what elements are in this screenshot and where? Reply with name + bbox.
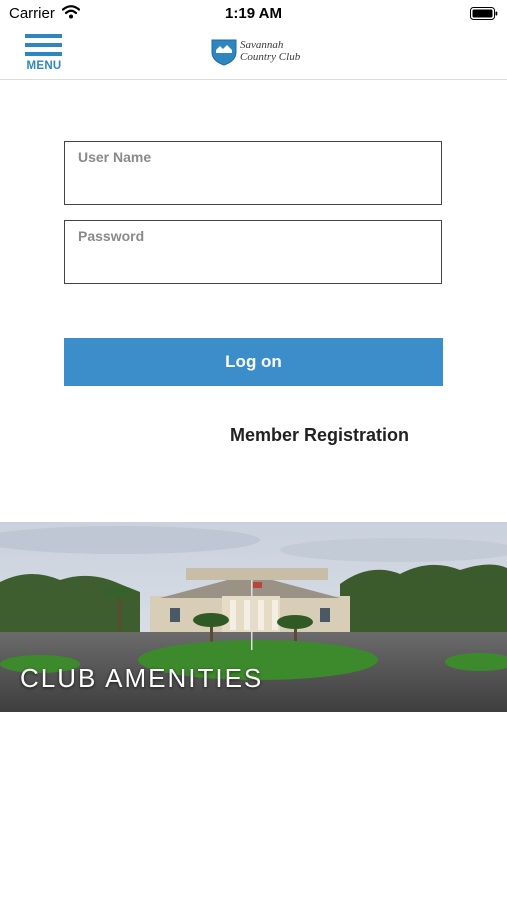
username-field[interactable]: User Name [64, 141, 442, 205]
club-amenities-banner[interactable]: CLUB AMENITIES [0, 522, 507, 712]
password-input[interactable] [77, 251, 431, 275]
username-input[interactable] [77, 172, 431, 196]
club-logo: Savannah Country Club [211, 38, 311, 68]
status-bar: Carrier 1:19 AM [0, 0, 507, 28]
hamburger-icon [25, 34, 62, 38]
club-amenities-title: CLUB AMENITIES [20, 663, 264, 693]
battery-icon [470, 7, 498, 25]
shield-icon [211, 39, 237, 66]
username-label: User Name [78, 149, 152, 165]
password-field[interactable]: Password [64, 220, 442, 284]
status-time: 1:19 AM [225, 5, 282, 22]
logo-line-2: Country Club [240, 51, 301, 63]
logon-button[interactable]: Log on [64, 338, 443, 386]
member-registration-link[interactable]: Member Registration [230, 425, 409, 446]
menu-button[interactable]: MENU [24, 34, 64, 74]
password-label: Password [78, 228, 145, 244]
menu-label: MENU [26, 60, 62, 72]
logo-line-1: Savannah [240, 39, 284, 51]
app-header: MENU Savannah Country Club [0, 28, 507, 80]
